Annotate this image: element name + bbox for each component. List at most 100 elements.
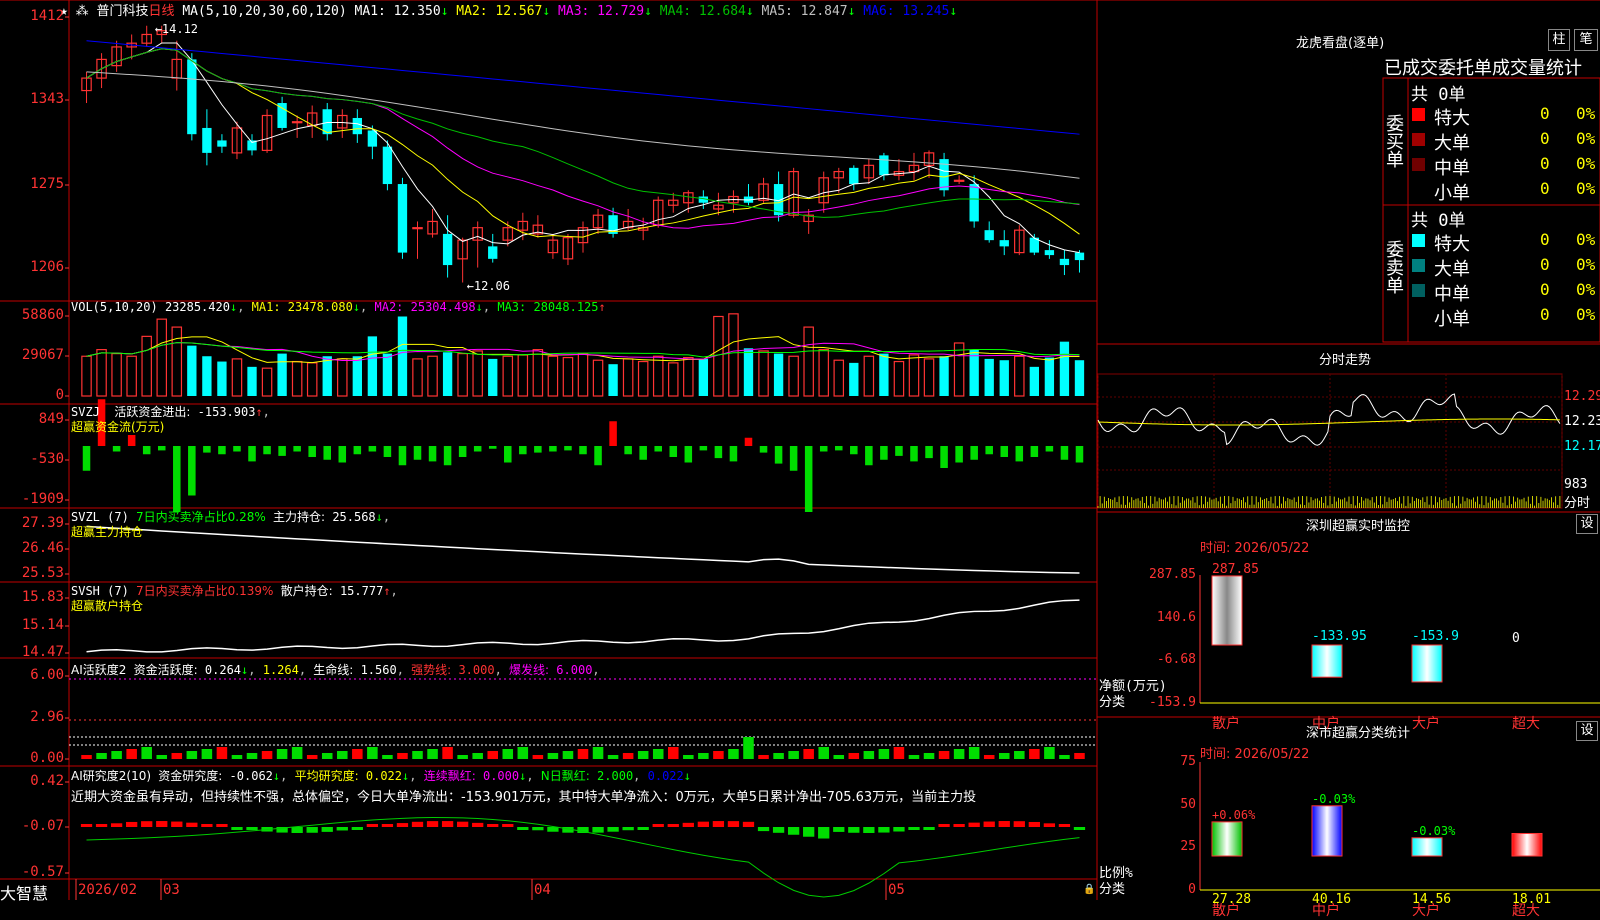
order-percent: 0% <box>1576 280 1596 299</box>
y-tick-label: 2.96 <box>30 709 64 725</box>
x-axis-date-label: 03 <box>163 882 180 898</box>
y-tick-label: 0.00 <box>30 750 64 766</box>
order-percent: 0% <box>1576 255 1596 274</box>
main-header: ★ ⁂ 普门科技日线 MA(5,10,20,30,60,120) MA1: 12… <box>60 0 957 19</box>
ma-value: MA6: 13.245 <box>855 4 950 19</box>
tab-volume-stats[interactable]: 成交量统计 <box>1492 58 1582 79</box>
bar-category-label: 散户 <box>1212 716 1240 732</box>
intraday-vol-label: 分时 <box>1564 496 1591 511</box>
category-bar <box>1311 644 1343 678</box>
legend-swatch <box>1412 158 1425 171</box>
bar-value-label: -153.9 <box>1412 629 1459 644</box>
intraday-y-tick: 12.23 <box>1564 414 1600 429</box>
right-panel-charts <box>1097 77 1600 891</box>
order-type-label: 特大 <box>1434 108 1470 129</box>
legend-swatch <box>1412 234 1425 247</box>
bar-y-tick: -153.9 <box>1149 695 1196 710</box>
category-bar <box>1511 832 1543 857</box>
y-tick-label: 14.47 <box>21 644 64 660</box>
bar-change-label: -0.03% <box>1412 823 1456 838</box>
y-tick-label: 849 <box>38 411 64 427</box>
intraday-price-line <box>1097 393 1561 446</box>
sell-label: 委 卖 单 <box>1386 240 1404 297</box>
dragon-title: 龙虎看盘(逐单) <box>1296 36 1385 51</box>
ma-value: MA1: 12.350 <box>354 4 441 19</box>
bar-value-label: 287.85 <box>1212 561 1259 577</box>
order-type-label: 特大 <box>1434 234 1470 255</box>
ai-research-comment: 近期大资金虽有异动，但持续性不强，总体偏空，今日大单净流出：-153.901万元… <box>71 790 977 805</box>
lock-icon[interactable]: 🔒 <box>1083 884 1095 895</box>
x-axis-date-label: 2026/02 <box>78 882 138 898</box>
order-percent: 0% <box>1576 154 1596 173</box>
x-axis-date-label: 05 <box>888 882 905 898</box>
bar-view-button[interactable]: 柱 <box>1548 29 1570 51</box>
order-count: 0 <box>1540 179 1550 198</box>
period-label[interactable]: 日线 <box>149 4 175 19</box>
y-tick-label: 29067 <box>21 347 64 363</box>
order-count: 0 <box>1540 255 1550 274</box>
y-tick-label: 1206 <box>30 259 64 275</box>
arrow-down-icon: ↓ <box>644 4 652 19</box>
stock-name: 普门科技 <box>96 4 149 19</box>
y-tick-label: -0.57 <box>21 864 64 880</box>
order-count: 0 <box>1540 129 1550 148</box>
pen-view-button[interactable]: 笔 <box>1574 29 1598 51</box>
ma-value: MA5: 12.847 <box>753 4 848 19</box>
dragon-tabs[interactable]: 已成交委托单成交量统计 <box>1384 54 1582 80</box>
y-tick-label: -1909 <box>21 491 64 507</box>
bar-category-label: 超大 <box>1512 716 1540 732</box>
order-count: 0 <box>1540 104 1550 123</box>
order-type-label: 中单 <box>1434 158 1470 179</box>
y-tick-label: 27.39 <box>21 515 64 531</box>
order-count: 0 <box>1540 280 1550 299</box>
vol-header: VOL(5,10,20) 23285.420↓, MA1: 23478.080↓… <box>71 300 606 314</box>
szclass-settings-button[interactable]: 设 <box>1576 721 1598 741</box>
buy-total: 共 0单 <box>1411 85 1466 105</box>
intraday-y-tick: 12.29 <box>1564 389 1600 404</box>
y-tick-label: 0.42 <box>30 773 64 789</box>
order-type-label: 大单 <box>1434 259 1470 280</box>
x-axis-date-label: 04 <box>534 882 551 898</box>
legend-swatch <box>1412 259 1425 272</box>
tab-traded[interactable]: 已成交 <box>1384 58 1438 79</box>
y-tick-label: 1275 <box>30 176 64 192</box>
bar-y-tick: -6.68 <box>1156 652 1196 668</box>
bar-y-tick: 50 <box>1180 796 1196 812</box>
sell-total: 共 0单 <box>1411 211 1466 231</box>
arrow-down-icon: ↓ <box>745 4 754 19</box>
ma-value: MA2: 12.567 <box>448 4 543 19</box>
y-tick-label: 15.83 <box>21 589 64 605</box>
y-tick-label: 58860 <box>21 307 64 323</box>
category-bar <box>1411 837 1443 857</box>
szmon-title: 深圳超赢实时监控 <box>1306 519 1411 534</box>
szmon-time: 时间: 2026/05/22 <box>1200 541 1310 556</box>
order-percent: 0% <box>1576 104 1596 123</box>
order-count: 0 <box>1540 230 1550 249</box>
bar-category-label: 大户 <box>1412 716 1440 732</box>
bar-value-label: 0 <box>1512 631 1520 646</box>
ma-value: MA4: 12.684 <box>651 4 746 19</box>
y-tick-label: 6.00 <box>30 667 64 683</box>
bar-y-tick: 0 <box>1188 882 1196 897</box>
bar-change-label: +0.06% <box>1212 807 1256 822</box>
y-tick-label: -0.07 <box>21 818 64 834</box>
intraday-title: 分时走势 <box>1319 353 1372 368</box>
ai-research-header: AI研究度2(10) 资金研究度: -0.062↓, 平均研究度: 0.022↓… <box>71 769 691 783</box>
favorite-icon[interactable]: ⁂ <box>76 4 89 19</box>
order-type-label: 大单 <box>1434 133 1470 154</box>
category-bar <box>1211 821 1243 857</box>
bar-y-tick: 287.85 <box>1149 567 1196 582</box>
category-bar <box>1211 575 1243 646</box>
ai-active-header: AI活跃度2 资金活跃度: 0.264↓, 1.264, 生命线: 1.560,… <box>71 663 600 677</box>
low-price-label: ←12.06 <box>466 278 510 293</box>
legend-swatch <box>1412 284 1425 297</box>
svzl-header: SVZL (7) 7日内买卖净占比0.28% 主力持仓: 25.568↓, 超赢… <box>71 510 391 539</box>
tab-orders[interactable]: 委托单 <box>1438 58 1492 79</box>
y-tick-label: 26.46 <box>21 540 64 556</box>
y-tick-label: 25.53 <box>21 565 64 581</box>
intraday-vol-tick: 983 <box>1564 477 1588 492</box>
szmon-settings-button[interactable]: 设 <box>1576 514 1598 534</box>
ma-value: MA3: 12.729 <box>550 4 645 19</box>
high-price-label: ←14.12 <box>154 21 199 36</box>
bar-x-label: 分类 <box>1099 882 1126 897</box>
